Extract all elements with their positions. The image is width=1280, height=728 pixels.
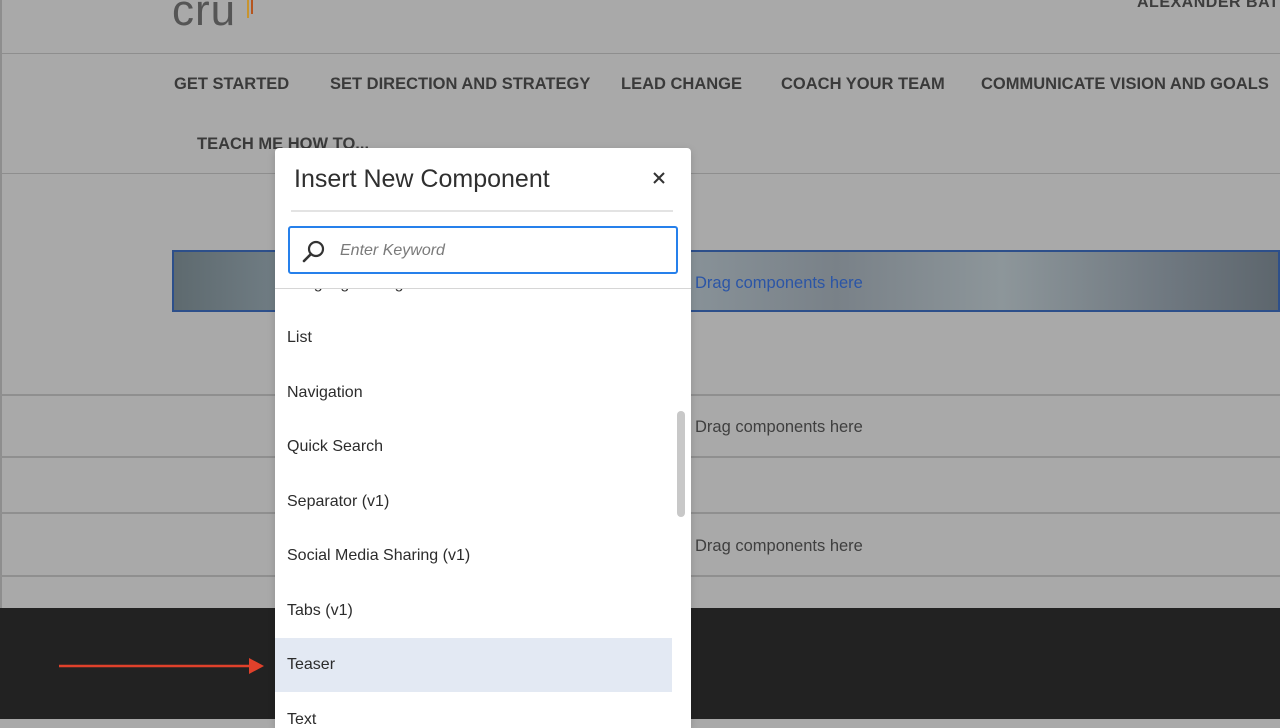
search-input[interactable] (338, 228, 672, 274)
list-item-navigation[interactable]: Navigation (275, 366, 672, 420)
nav-item-lead-change[interactable]: LEAD CHANGE (621, 75, 742, 94)
logo-mark-icon (247, 0, 257, 20)
nav-item-communicate-vision[interactable]: COMMUNICATE VISION AND GOALS (981, 75, 1269, 94)
insert-component-dialog: Insert New Component Language Navigation… (275, 148, 691, 728)
user-name[interactable]: ALEXANDER BATEMAN (1137, 0, 1280, 12)
list-item-text[interactable]: Text (275, 693, 672, 728)
list-item-tabs[interactable]: Tabs (v1) (275, 584, 672, 638)
list-item-list[interactable]: List (275, 311, 672, 365)
scroll-thumb[interactable] (677, 411, 685, 517)
site-header: cru ALEXANDER BATEMAN (0, 0, 1280, 54)
list-item-social-media-sharing[interactable]: Social Media Sharing (v1) (275, 529, 672, 583)
drop-zone-label: Drag components here (695, 418, 863, 436)
close-icon[interactable] (649, 168, 669, 188)
title-divider (291, 210, 673, 212)
dialog-title: Insert New Component (294, 165, 550, 193)
nav-item-coach-team[interactable]: COACH YOUR TEAM (781, 75, 945, 94)
list-scrollbar[interactable] (672, 289, 691, 728)
cru-logo: cru (172, 0, 237, 35)
annotation-arrow-icon (59, 658, 264, 674)
drop-zone-label: Drag components here (695, 537, 863, 555)
nav-item-get-started[interactable]: GET STARTED (174, 75, 289, 94)
component-list[interactable]: Language Navigation List Navigation Quic… (275, 289, 672, 728)
nav-item-set-direction[interactable]: SET DIRECTION AND STRATEGY (330, 75, 590, 94)
list-item-quick-search[interactable]: Quick Search (275, 420, 672, 474)
search-field[interactable] (288, 226, 678, 274)
list-item-teaser[interactable]: Teaser (275, 638, 672, 692)
search-icon (302, 240, 325, 263)
list-item-language-navigation[interactable]: Language Navigation (275, 289, 672, 311)
list-item-separator[interactable]: Separator (v1) (275, 475, 672, 529)
